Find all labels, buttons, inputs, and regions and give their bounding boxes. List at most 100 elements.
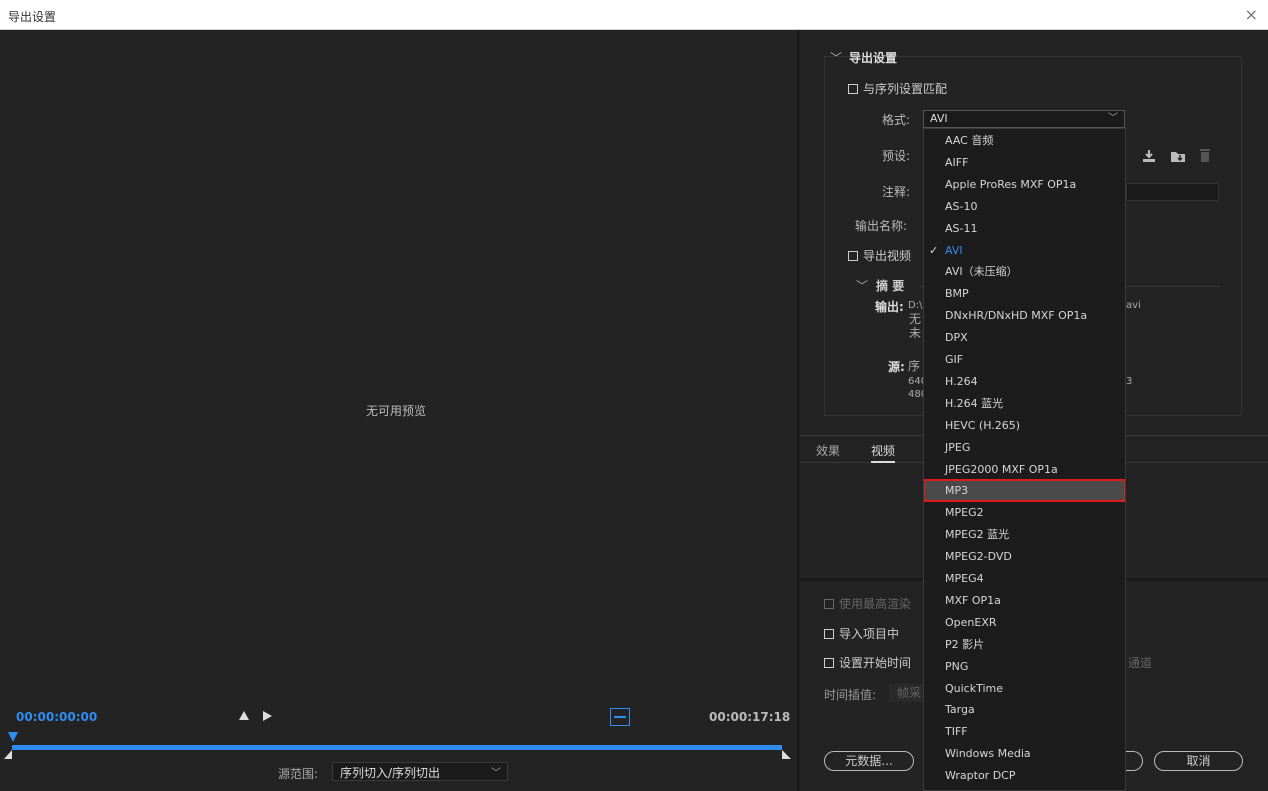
import-into-project-checkbox[interactable]: 导入项目中 bbox=[824, 625, 899, 642]
format-option[interactable]: H.264 蓝光 bbox=[924, 393, 1125, 414]
max-render-quality-checkbox[interactable]: 使用最高渲染 bbox=[824, 595, 911, 612]
format-option[interactable]: Windows Media bbox=[924, 743, 1125, 764]
format-option[interactable]: MPEG4 bbox=[924, 568, 1125, 589]
comments-input[interactable] bbox=[1126, 183, 1219, 201]
format-option[interactable]: ✓ AVI bbox=[924, 240, 1125, 261]
format-option[interactable]: Apple ProRes MXF OP1a bbox=[924, 174, 1125, 195]
comments-label: 注释: bbox=[882, 185, 911, 199]
channel-option-text: 通道 bbox=[1128, 656, 1153, 670]
export-video-checkbox[interactable]: 导出视频 bbox=[848, 247, 911, 264]
format-option[interactable]: QuickTime bbox=[924, 678, 1125, 699]
format-option-label: AAC 音频 bbox=[945, 134, 994, 147]
playhead-icon[interactable] bbox=[8, 732, 18, 742]
format-option-label: AVI bbox=[945, 243, 963, 257]
format-option-label: DNxHR/DNxHD MXF OP1a bbox=[945, 309, 1088, 323]
format-option-label: P2 影片 bbox=[945, 637, 985, 651]
checkmark-icon: ✓ bbox=[929, 243, 939, 257]
delete-preset-icon[interactable] bbox=[1197, 147, 1213, 163]
cancel-button[interactable]: 取消 bbox=[1154, 751, 1243, 771]
format-option[interactable]: Targa bbox=[924, 699, 1125, 720]
summary-source-label: 源: bbox=[888, 360, 905, 374]
source-range-value: 序列切入/序列切出 bbox=[340, 766, 441, 780]
tab-effects[interactable]: 效果 bbox=[816, 442, 840, 459]
format-value: AVI bbox=[930, 112, 948, 125]
format-option-label: Apple ProRes MXF OP1a bbox=[945, 177, 1077, 191]
format-option-label: OpenEXR bbox=[945, 615, 997, 629]
format-option-label: JPEG bbox=[945, 440, 971, 454]
summary-output-line-3: 未 bbox=[909, 326, 922, 340]
format-option[interactable]: AAC 音频 bbox=[924, 130, 1125, 151]
timecode-start[interactable]: 00:00:00:00 bbox=[16, 710, 97, 724]
format-option-label: HEVC (H.265) bbox=[945, 418, 1021, 432]
fit-icon[interactable] bbox=[610, 708, 630, 726]
format-option[interactable]: MP3 bbox=[924, 479, 1125, 503]
format-option[interactable]: MXF OP1a bbox=[924, 590, 1125, 611]
format-option[interactable]: MPEG2 bbox=[924, 502, 1125, 523]
summary-output-line-1: D:\ bbox=[908, 300, 923, 311]
close-icon[interactable]: × bbox=[1245, 5, 1258, 24]
checkbox-icon bbox=[824, 629, 834, 639]
format-option-label: AS-10 bbox=[945, 199, 978, 213]
format-option-label: MPEG2 蓝光 bbox=[945, 528, 1010, 542]
summary-header[interactable]: ﹀ 摘 要 bbox=[856, 277, 904, 294]
format-option[interactable]: MPEG2 蓝光 bbox=[924, 524, 1125, 545]
summary-output-suffix: avi bbox=[1126, 300, 1141, 311]
checkbox-icon bbox=[824, 658, 834, 668]
timecode-end: 00:00:17:18 bbox=[709, 710, 791, 724]
summary-output-line-2: 无 bbox=[909, 312, 922, 326]
import-preset-icon[interactable] bbox=[1170, 148, 1186, 164]
format-option[interactable]: DPX bbox=[924, 327, 1125, 348]
format-option-label: AIFF bbox=[945, 155, 969, 169]
format-option[interactable]: TIFF bbox=[924, 721, 1125, 742]
format-option[interactable]: Wraptor DCP bbox=[924, 765, 1125, 786]
format-option[interactable]: HEVC (H.265) bbox=[924, 415, 1125, 436]
tab-video[interactable]: 视频 bbox=[871, 442, 896, 463]
format-option[interactable]: DNxHR/DNxHD MXF OP1a bbox=[924, 305, 1125, 326]
format-option-label: MP3 bbox=[945, 484, 969, 498]
format-option-label: AVI（未压缩） bbox=[945, 265, 1018, 279]
format-option[interactable]: P2 影片 bbox=[924, 634, 1125, 655]
summary-source-line-1: 序 bbox=[908, 359, 921, 373]
title-bar: 导出设置 × bbox=[0, 0, 1268, 30]
format-option[interactable]: JPEG2000 MXF OP1a bbox=[924, 459, 1125, 480]
format-option-label: H.264 bbox=[945, 374, 978, 388]
format-option[interactable]: AS-10 bbox=[924, 196, 1125, 217]
metadata-button[interactable]: 元数据... bbox=[824, 751, 914, 771]
summary-source-suffix: 3 bbox=[1126, 376, 1133, 387]
match-sequence-checkbox[interactable]: 与序列设置匹配 bbox=[848, 80, 947, 97]
source-range-select[interactable]: 序列切入/序列切出 ﹀ bbox=[332, 762, 508, 781]
format-option[interactable]: AVI（未压缩） bbox=[924, 261, 1125, 282]
format-option-label: MPEG4 bbox=[945, 572, 984, 585]
format-option[interactable]: AIFF bbox=[924, 152, 1125, 173]
format-option-label: TIFF bbox=[945, 725, 968, 739]
save-preset-icon[interactable] bbox=[1141, 148, 1157, 164]
checkbox-icon bbox=[848, 251, 858, 261]
format-option[interactable]: JPEG bbox=[924, 437, 1125, 458]
range-start-handle[interactable] bbox=[4, 750, 12, 759]
format-option[interactable]: MPEG2-DVD bbox=[924, 546, 1125, 567]
time-interpolation-label: 时间插值: bbox=[824, 688, 877, 702]
format-option[interactable]: GIF bbox=[924, 349, 1125, 370]
range-end-handle[interactable] bbox=[782, 750, 791, 759]
format-option[interactable]: OpenEXR bbox=[924, 612, 1125, 633]
summary-output-label: 输出: bbox=[875, 300, 904, 314]
set-start-timecode-checkbox[interactable]: 设置开始时间 bbox=[824, 654, 911, 671]
format-option-label: MXF OP1a bbox=[945, 593, 1001, 607]
mark-in-icon[interactable] bbox=[239, 711, 249, 720]
mark-out-icon[interactable] bbox=[263, 711, 272, 721]
format-option[interactable]: AS-11 bbox=[924, 218, 1125, 239]
format-option-label: MPEG2 bbox=[945, 506, 984, 520]
checkbox-icon bbox=[848, 84, 858, 94]
timeline-bar[interactable] bbox=[12, 745, 782, 750]
format-option[interactable]: BMP bbox=[924, 283, 1125, 304]
format-option[interactable]: H.264 bbox=[924, 371, 1125, 392]
format-option[interactable]: 动画 bbox=[924, 787, 1125, 790]
format-option-label: Wraptor DCP bbox=[945, 769, 1016, 783]
source-range-label: 源范围: bbox=[278, 767, 319, 781]
format-select[interactable]: AVI ﹀ bbox=[923, 110, 1125, 128]
export-settings-header[interactable]: ﹀ 导出设置 bbox=[830, 49, 897, 66]
checkbox-icon bbox=[824, 599, 834, 609]
format-option-label: GIF bbox=[945, 353, 964, 366]
format-option-label: BMP bbox=[945, 287, 969, 301]
format-option[interactable]: PNG bbox=[924, 656, 1125, 677]
